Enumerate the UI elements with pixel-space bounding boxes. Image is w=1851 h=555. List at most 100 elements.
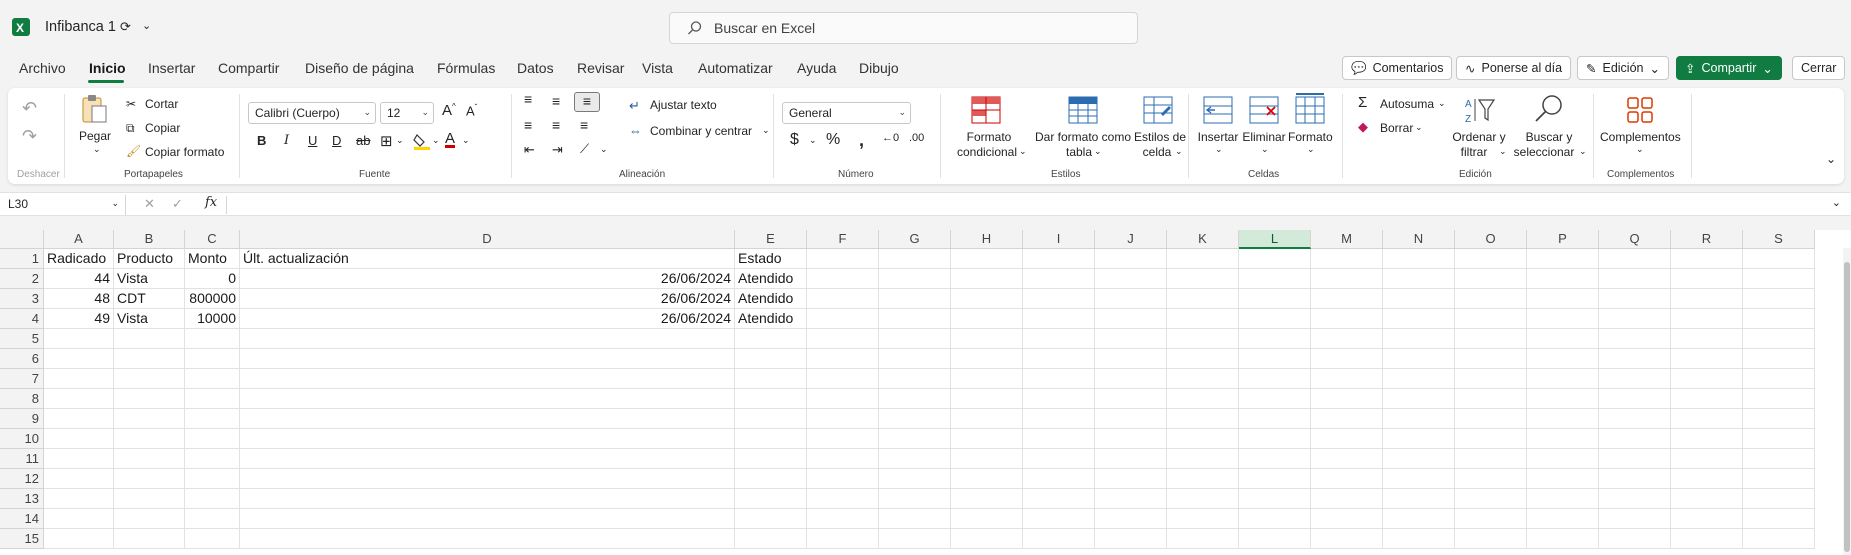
chevron-down-icon[interactable]: ⌄ bbox=[1499, 146, 1507, 157]
cell-c6[interactable] bbox=[185, 349, 240, 369]
format-cells-button[interactable]: Formato bbox=[1288, 130, 1333, 144]
find-select-label-2[interactable]: seleccionar bbox=[1509, 145, 1579, 159]
cell-q7[interactable] bbox=[1599, 369, 1671, 389]
cell-f7[interactable] bbox=[807, 369, 879, 389]
cell-l1[interactable] bbox=[1239, 249, 1311, 269]
row-header-5[interactable]: 5 bbox=[0, 329, 44, 349]
cell-n4[interactable] bbox=[1383, 309, 1455, 329]
copy-button[interactable]: Copiar bbox=[145, 121, 180, 135]
cell-h2[interactable] bbox=[951, 269, 1023, 289]
cell-g12[interactable] bbox=[879, 469, 951, 489]
cell-i15[interactable] bbox=[1023, 529, 1095, 549]
cell-a15[interactable] bbox=[44, 529, 114, 549]
cell-j8[interactable] bbox=[1095, 389, 1167, 409]
name-box[interactable]: L30 ⌄ bbox=[4, 195, 126, 215]
cell-r5[interactable] bbox=[1671, 329, 1743, 349]
cloud-sync-icon[interactable]: ⟳ bbox=[120, 19, 131, 35]
cell-e5[interactable] bbox=[735, 329, 807, 349]
close-button[interactable]: Cerrar bbox=[1792, 56, 1846, 80]
row-header-4[interactable]: 4 bbox=[0, 309, 44, 329]
sort-filter-label-1[interactable]: Ordenar y bbox=[1449, 130, 1509, 144]
cell-s9[interactable] bbox=[1743, 409, 1815, 429]
borders-icon[interactable]: ⊞ bbox=[380, 132, 393, 150]
cell-k11[interactable] bbox=[1167, 449, 1239, 469]
cell-a7[interactable] bbox=[44, 369, 114, 389]
cell-i9[interactable] bbox=[1023, 409, 1095, 429]
column-header-j[interactable]: J bbox=[1095, 230, 1167, 249]
cell-i1[interactable] bbox=[1023, 249, 1095, 269]
row-header-14[interactable]: 14 bbox=[0, 509, 44, 529]
addins-icon[interactable] bbox=[1626, 96, 1654, 124]
align-right-icon[interactable]: ≡ bbox=[580, 117, 588, 133]
cell-s11[interactable] bbox=[1743, 449, 1815, 469]
cell-a14[interactable] bbox=[44, 509, 114, 529]
cell-q2[interactable] bbox=[1599, 269, 1671, 289]
clear-button[interactable]: Borrar bbox=[1380, 121, 1413, 135]
cell-h7[interactable] bbox=[951, 369, 1023, 389]
cell-f9[interactable] bbox=[807, 409, 879, 429]
cell-p13[interactable] bbox=[1527, 489, 1599, 509]
insert-function-icon[interactable]: fx bbox=[205, 195, 217, 210]
row-header-9[interactable]: 9 bbox=[0, 409, 44, 429]
cell-b7[interactable] bbox=[114, 369, 185, 389]
cell-h8[interactable] bbox=[951, 389, 1023, 409]
tab-inicio[interactable]: Inicio bbox=[89, 60, 126, 76]
cell-a6[interactable] bbox=[44, 349, 114, 369]
cell-k9[interactable] bbox=[1167, 409, 1239, 429]
cell-n8[interactable] bbox=[1383, 389, 1455, 409]
addins-button[interactable]: Complementos bbox=[1600, 130, 1681, 144]
cell-s14[interactable] bbox=[1743, 509, 1815, 529]
cell-m3[interactable] bbox=[1311, 289, 1383, 309]
redo-icon[interactable]: ↷ bbox=[22, 126, 37, 147]
cell-h9[interactable] bbox=[951, 409, 1023, 429]
cell-o10[interactable] bbox=[1455, 429, 1527, 449]
cell-j2[interactable] bbox=[1095, 269, 1167, 289]
increase-decimal-icon[interactable]: ←0 bbox=[882, 132, 899, 144]
conditional-format-label-2[interactable]: condicional bbox=[954, 145, 1020, 159]
fill-color-icon[interactable] bbox=[413, 132, 431, 150]
italic-icon[interactable]: I bbox=[284, 133, 289, 148]
align-center-icon[interactable]: ≡ bbox=[552, 117, 560, 133]
cell-g2[interactable] bbox=[879, 269, 951, 289]
cell-q10[interactable] bbox=[1599, 429, 1671, 449]
cell-m6[interactable] bbox=[1311, 349, 1383, 369]
cell-k2[interactable] bbox=[1167, 269, 1239, 289]
column-header-f[interactable]: F bbox=[807, 230, 879, 249]
chevron-down-icon[interactable]: ⌄ bbox=[809, 135, 817, 146]
cell-k10[interactable] bbox=[1167, 429, 1239, 449]
cell-h3[interactable] bbox=[951, 289, 1023, 309]
cell-s13[interactable] bbox=[1743, 489, 1815, 509]
cell-o3[interactable] bbox=[1455, 289, 1527, 309]
cell-f13[interactable] bbox=[807, 489, 879, 509]
cell-g3[interactable] bbox=[879, 289, 951, 309]
cell-p7[interactable] bbox=[1527, 369, 1599, 389]
cell-g7[interactable] bbox=[879, 369, 951, 389]
cell-b15[interactable] bbox=[114, 529, 185, 549]
cell-b3[interactable]: CDT bbox=[114, 289, 185, 309]
tab-vista[interactable]: Vista bbox=[642, 60, 673, 76]
cell-j3[interactable] bbox=[1095, 289, 1167, 309]
editing-mode-button[interactable]: ✎ Edición ⌄ bbox=[1577, 56, 1669, 80]
cell-s12[interactable] bbox=[1743, 469, 1815, 489]
cell-m5[interactable] bbox=[1311, 329, 1383, 349]
cell-j6[interactable] bbox=[1095, 349, 1167, 369]
comma-style-icon[interactable]: , bbox=[859, 130, 864, 151]
chevron-down-icon[interactable]: ⌄ bbox=[462, 135, 470, 146]
chevron-down-icon[interactable]: ⌄ bbox=[1636, 144, 1644, 155]
cell-g9[interactable] bbox=[879, 409, 951, 429]
cell-n9[interactable] bbox=[1383, 409, 1455, 429]
conditional-format-icon[interactable] bbox=[971, 96, 1001, 124]
cell-f6[interactable] bbox=[807, 349, 879, 369]
cell-k14[interactable] bbox=[1167, 509, 1239, 529]
cell-o13[interactable] bbox=[1455, 489, 1527, 509]
cell-g11[interactable] bbox=[879, 449, 951, 469]
cell-l11[interactable] bbox=[1239, 449, 1311, 469]
chevron-down-icon[interactable]: ⌄ bbox=[1094, 146, 1102, 157]
currency-icon[interactable]: $ bbox=[790, 131, 799, 149]
font-color-icon[interactable]: A bbox=[445, 130, 455, 147]
row-header-13[interactable]: 13 bbox=[0, 489, 44, 509]
cell-j10[interactable] bbox=[1095, 429, 1167, 449]
column-header-h[interactable]: H bbox=[951, 230, 1023, 249]
number-format-select[interactable]: General ⌄ bbox=[782, 102, 911, 124]
cell-l15[interactable] bbox=[1239, 529, 1311, 549]
